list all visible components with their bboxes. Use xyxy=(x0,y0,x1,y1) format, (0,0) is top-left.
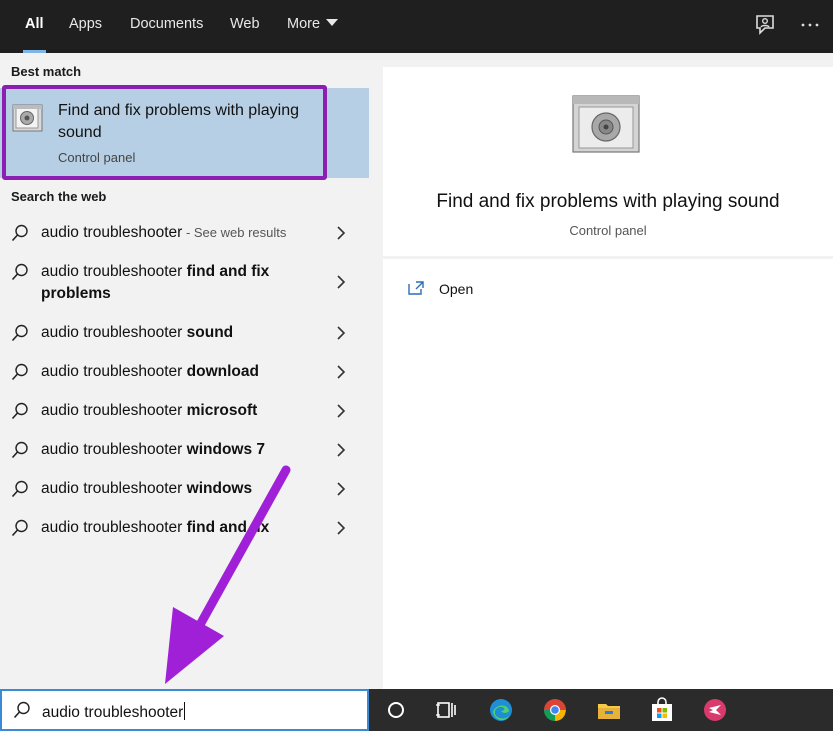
web-result-text: audio troubleshooter windows xyxy=(41,478,321,500)
results-pane: Best match Find and fix problems with pl… xyxy=(0,53,369,689)
web-result-suggestion: windows xyxy=(186,480,253,497)
chevron-right-icon[interactable] xyxy=(335,482,347,496)
web-result-text: audio troubleshooter microsoft xyxy=(41,400,321,422)
caret-down-icon xyxy=(326,19,339,26)
app-icon[interactable] xyxy=(702,697,728,723)
search-icon xyxy=(11,480,28,498)
web-result-text: audio troubleshooter download xyxy=(41,361,321,383)
web-result-query: audio troubleshooter xyxy=(41,363,187,380)
web-result-query: audio troubleshooter xyxy=(41,480,187,497)
web-result-query: audio troubleshooter xyxy=(41,441,187,458)
search-icon xyxy=(13,701,30,719)
web-result-suggestion: microsoft xyxy=(186,402,258,419)
tab-more[interactable]: More xyxy=(287,0,339,53)
chevron-right-icon[interactable] xyxy=(335,521,347,535)
search-icon xyxy=(11,441,28,459)
web-result-query: audio troubleshooter xyxy=(41,263,187,280)
task-view-icon[interactable] xyxy=(433,697,459,723)
web-result-text: audio troubleshooter sound xyxy=(41,322,321,344)
preview-title: Find and fix problems with playing sound xyxy=(436,191,780,212)
edge-icon[interactable] xyxy=(488,697,514,723)
sound-troubleshooter-icon xyxy=(12,104,43,132)
web-result-text: audio troubleshooter find and fix proble… xyxy=(41,261,321,305)
more-options-icon[interactable] xyxy=(798,13,822,37)
search-text: audio troubleshooter xyxy=(42,704,184,721)
search-icon xyxy=(11,224,28,242)
open-icon xyxy=(408,281,424,295)
best-match-subtitle: Control panel xyxy=(58,150,136,165)
taskbar xyxy=(369,689,833,731)
search-input[interactable]: audio troubleshooter xyxy=(0,689,369,731)
search-icon xyxy=(11,363,28,381)
web-result-query: audio troubleshooter xyxy=(41,224,183,241)
preview-subtitle: Control panel xyxy=(569,223,647,238)
preview-pane: Find and fix problems with playing sound… xyxy=(369,53,833,689)
search-icon xyxy=(11,519,28,537)
chevron-right-icon[interactable] xyxy=(335,404,347,418)
chevron-right-icon[interactable] xyxy=(335,365,347,379)
tab-web[interactable]: Web xyxy=(230,0,260,53)
tab-documents[interactable]: Documents xyxy=(130,0,203,53)
search-web-heading: Search the web xyxy=(11,189,107,204)
best-match-title: Find and fix problems with playing sound xyxy=(58,102,300,141)
search-icon xyxy=(11,402,28,420)
web-result-text: audio troubleshooter - See web results xyxy=(41,222,321,244)
chevron-right-icon[interactable] xyxy=(335,443,347,457)
web-result-query: audio troubleshooter xyxy=(41,519,187,536)
best-match-heading: Best match xyxy=(11,64,82,79)
text-cursor xyxy=(184,702,186,720)
search-input-value: audio troubleshooter xyxy=(42,702,186,722)
web-result-text: audio troubleshooter windows 7 xyxy=(41,439,321,461)
tab-more-label: More xyxy=(287,16,321,32)
tab-all[interactable]: All xyxy=(23,0,46,53)
store-icon[interactable] xyxy=(649,697,675,723)
web-result-text: audio troubleshooter find and fix xyxy=(41,517,321,539)
open-label: Open xyxy=(439,281,474,297)
chrome-icon[interactable] xyxy=(542,697,568,723)
tab-apps[interactable]: Apps xyxy=(69,0,102,53)
web-result-suggestion: find and fix xyxy=(186,519,270,536)
search-icon xyxy=(11,263,28,281)
chevron-right-icon[interactable] xyxy=(335,275,347,289)
search-scope-tabs: All Apps Documents Web More xyxy=(0,0,833,53)
preview-actions: Open xyxy=(383,259,833,689)
sound-troubleshooter-large-icon xyxy=(572,95,640,153)
web-result-suggestion: download xyxy=(186,363,259,380)
web-result-suggestion: sound xyxy=(186,324,234,341)
chevron-right-icon[interactable] xyxy=(335,326,347,340)
preview-card: Find and fix problems with playing sound… xyxy=(383,67,833,256)
cortana-circle-icon[interactable] xyxy=(383,697,409,723)
feedback-icon[interactable] xyxy=(753,13,777,37)
web-result-query: audio troubleshooter xyxy=(41,402,187,419)
web-result-query: audio troubleshooter xyxy=(41,324,187,341)
file-explorer-icon[interactable] xyxy=(596,697,622,723)
web-result-suggestion: windows 7 xyxy=(186,441,266,458)
chevron-right-icon[interactable] xyxy=(335,226,347,240)
search-icon xyxy=(11,324,28,342)
web-result-hint: - See web results xyxy=(182,225,287,240)
